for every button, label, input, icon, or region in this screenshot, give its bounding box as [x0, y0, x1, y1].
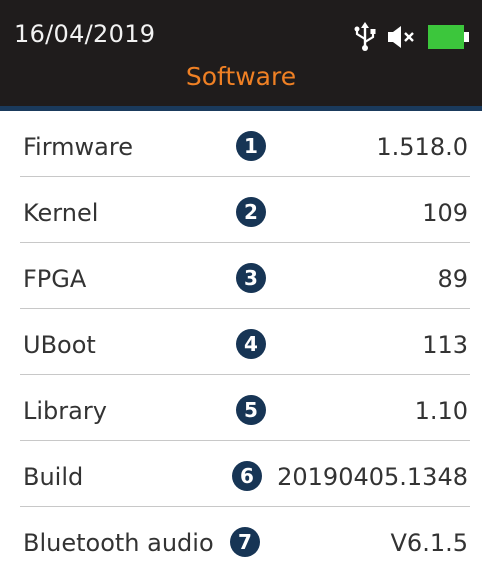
battery-full-icon — [428, 25, 469, 49]
list-item: FPGA 3 89 — [0, 243, 482, 309]
row-number-badge: 1 — [236, 131, 266, 161]
status-icons — [352, 22, 470, 52]
row-number-badge: 5 — [236, 395, 266, 425]
row-number-badge: 3 — [236, 263, 266, 293]
row-value: 113 — [422, 331, 468, 359]
status-header: 16/04/2019 Software — [0, 0, 482, 106]
row-value: 20190405.1348 — [277, 463, 468, 491]
list-item: Firmware 1 1.518.0 — [0, 111, 482, 177]
row-label: Kernel — [23, 199, 99, 227]
row-label: Bluetooth audio — [23, 529, 214, 557]
row-number-badge: 2 — [236, 197, 266, 227]
row-number-badge: 6 — [232, 461, 262, 491]
list-item: Kernel 2 109 — [0, 177, 482, 243]
row-value: 109 — [422, 199, 468, 227]
row-number-badge: 7 — [230, 527, 260, 557]
software-info-screen: 16/04/2019 Software Firmware 1 1.518.0 K… — [0, 0, 482, 572]
software-version-list: Firmware 1 1.518.0 Kernel 2 109 FPGA 3 89 UBoot 4 1… — [0, 111, 482, 572]
row-label: FPGA — [23, 265, 87, 293]
row-value: 89 — [437, 265, 468, 293]
page-title: Software — [185, 62, 297, 91]
list-item: UBoot 4 113 — [0, 309, 482, 375]
row-label: Firmware — [23, 133, 133, 161]
list-item: Bluetooth audio 7 V6.1.5 — [0, 507, 482, 572]
row-value: V6.1.5 — [390, 529, 468, 557]
row-number-badge: 4 — [236, 329, 266, 359]
row-value: 1.10 — [414, 397, 468, 425]
speaker-muted-icon — [388, 26, 414, 48]
row-label: UBoot — [23, 331, 96, 359]
list-item: Library 5 1.10 — [0, 375, 482, 441]
row-label: Library — [23, 397, 107, 425]
usb-icon — [354, 22, 376, 51]
list-item: Build 6 20190405.1348 — [0, 441, 482, 507]
date-display: 16/04/2019 — [14, 20, 156, 48]
row-label: Build — [23, 463, 84, 491]
row-value: 1.518.0 — [376, 133, 468, 161]
